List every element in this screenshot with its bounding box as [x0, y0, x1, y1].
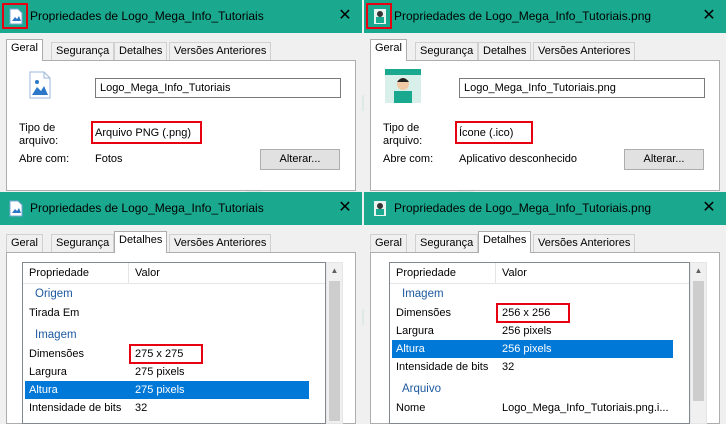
- png-file-icon: [29, 71, 51, 99]
- window-title: Propriedades de Logo_Mega_Info_Tutoriais…: [394, 201, 652, 215]
- scroll-up-icon[interactable]: ▲: [327, 263, 342, 278]
- file-type-highlight: [455, 121, 533, 144]
- column-header-value[interactable]: Valor: [135, 267, 160, 279]
- title-bar: Propriedades de Logo_Mega_Info_Tutoriais…: [364, 192, 726, 225]
- close-icon[interactable]: ✕: [698, 197, 720, 219]
- opens-with-value: Fotos: [95, 153, 123, 165]
- general-panel: Logo_Mega_Info_Tutoriais.png Tipo de arq…: [370, 60, 720, 191]
- list-item[interactable]: Nome Logo_Mega_Info_Tutoriais.png.i...: [390, 399, 689, 417]
- tab-seguranca[interactable]: Segurança: [51, 234, 115, 252]
- dimensions-highlight: [129, 344, 203, 364]
- window-title: Propriedades de Logo_Mega_Info_Tutoriais: [30, 9, 264, 23]
- title-bar: Propriedades de Logo_Mega_Info_Tutoriais…: [0, 192, 362, 225]
- vertical-scrollbar[interactable]: ▲: [326, 262, 343, 424]
- opens-with-label: Abre com:: [19, 153, 70, 165]
- tab-versoes-anteriores[interactable]: Versões Anteriores: [533, 42, 636, 60]
- properties-window-png-details: Propriedades de Logo_Mega_Info_Tutoriais…: [0, 192, 362, 424]
- properties-window-ico-details: Propriedades de Logo_Mega_Info_Tutoriais…: [364, 192, 726, 424]
- filename-field[interactable]: Logo_Mega_Info_Tutoriais.png: [459, 78, 705, 98]
- general-panel: Logo_Mega_Info_Tutoriais Tipo de arquivo…: [6, 60, 356, 191]
- scrollbar-thumb[interactable]: [329, 281, 340, 421]
- list-item-selected[interactable]: Altura 256 pixels: [392, 340, 673, 358]
- window-title: Propriedades de Logo_Mega_Info_Tutoriais: [30, 201, 264, 215]
- tab-versoes-anteriores[interactable]: Versões Anteriores: [533, 234, 636, 252]
- title-bar: Propriedades de Logo_Mega_Info_Tutoriais…: [0, 0, 362, 33]
- tab-seguranca[interactable]: Segurança: [415, 234, 479, 252]
- properties-window-ico-general: Propriedades de Logo_Mega_Info_Tutoriais…: [364, 0, 726, 191]
- image-file-icon: [9, 200, 23, 217]
- title-icon-highlight: [366, 3, 392, 29]
- list-header: Propriedade Valor: [390, 263, 689, 284]
- close-icon[interactable]: ✕: [698, 5, 720, 27]
- dimensions-highlight: [496, 303, 570, 323]
- close-icon[interactable]: ✕: [334, 5, 356, 27]
- column-divider: [495, 263, 496, 283]
- list-item[interactable]: Tirada Em: [23, 304, 325, 322]
- column-header-property[interactable]: Propriedade: [396, 267, 456, 279]
- tab-seguranca[interactable]: Segurança: [415, 42, 479, 60]
- tab-versoes-anteriores[interactable]: Versões Anteriores: [169, 234, 272, 252]
- vertical-scrollbar[interactable]: ▲: [690, 262, 707, 424]
- title-bar: Propriedades de Logo_Mega_Info_Tutoriais…: [364, 0, 726, 33]
- file-type-highlight: [91, 121, 202, 144]
- group-header: Arquivo: [402, 383, 441, 395]
- change-button[interactable]: Alterar...: [624, 149, 704, 170]
- opens-with-label: Abre com:: [383, 153, 434, 165]
- group-header: Imagem: [35, 329, 77, 341]
- title-icon-highlight: [2, 3, 28, 29]
- list-item-selected[interactable]: Altura 275 pixels: [25, 381, 309, 399]
- tab-geral[interactable]: Geral: [6, 234, 43, 252]
- tab-versoes-anteriores[interactable]: Versões Anteriores: [169, 42, 272, 60]
- tab-geral[interactable]: Geral: [6, 39, 43, 61]
- list-item[interactable]: Largura 275 pixels: [23, 363, 325, 381]
- window-title: Propriedades de Logo_Mega_Info_Tutoriais…: [394, 9, 652, 23]
- avatar-icon-file: [385, 69, 421, 103]
- tab-detalhes[interactable]: Detalhes: [114, 231, 168, 253]
- tab-seguranca[interactable]: Segurança: [51, 42, 115, 60]
- property-list: Propriedade Valor Imagem Dimensões 256 x …: [389, 262, 690, 424]
- property-list: Propriedade Valor Origem Tirada Em Image…: [22, 262, 326, 424]
- tab-geral[interactable]: Geral: [370, 39, 407, 61]
- scrollbar-thumb[interactable]: [693, 281, 704, 401]
- list-item[interactable]: Intensidade de bits 32: [23, 399, 325, 417]
- column-header-value[interactable]: Valor: [502, 267, 527, 279]
- tab-detalhes[interactable]: Detalhes: [478, 42, 532, 60]
- tab-detalhes[interactable]: Detalhes: [478, 231, 532, 253]
- tab-detalhes[interactable]: Detalhes: [114, 42, 168, 60]
- filename-field[interactable]: Logo_Mega_Info_Tutoriais: [95, 78, 341, 98]
- group-header: Origem: [35, 288, 73, 300]
- close-icon[interactable]: ✕: [334, 197, 356, 219]
- scroll-up-icon[interactable]: ▲: [691, 263, 706, 278]
- change-button[interactable]: Alterar...: [260, 149, 340, 170]
- list-header: Propriedade Valor: [23, 263, 325, 284]
- avatar-file-icon: [374, 201, 386, 216]
- column-divider: [128, 263, 129, 283]
- group-header: Imagem: [402, 288, 444, 300]
- properties-window-png-general: Propriedades de Logo_Mega_Info_Tutoriais…: [0, 0, 362, 191]
- tab-geral[interactable]: Geral: [370, 234, 407, 252]
- column-header-property[interactable]: Propriedade: [29, 267, 89, 279]
- list-item[interactable]: Largura 256 pixels: [390, 322, 689, 340]
- file-type-label: Tipo de arquivo:: [19, 122, 59, 147]
- file-type-label: Tipo de arquivo:: [383, 122, 423, 147]
- opens-with-value: Aplicativo desconhecido: [459, 153, 578, 165]
- list-item[interactable]: Intensidade de bits 32: [390, 358, 689, 376]
